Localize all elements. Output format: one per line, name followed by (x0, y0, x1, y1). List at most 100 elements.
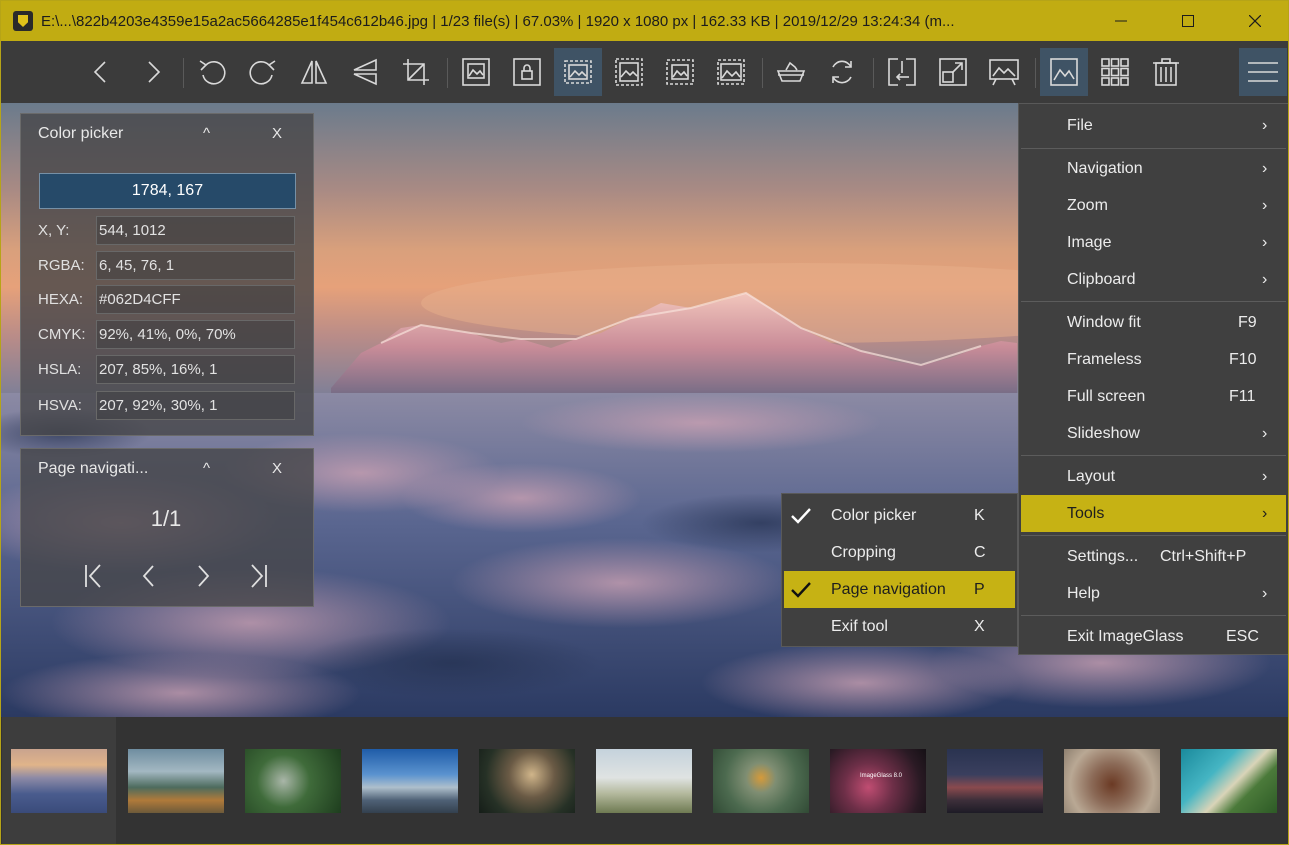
thumbnail-5[interactable] (479, 749, 575, 813)
close-button[interactable] (1221, 1, 1288, 41)
collapse-button[interactable]: ^ (203, 460, 210, 477)
previous-image-button[interactable] (78, 48, 126, 96)
color-picker-header[interactable]: Color picker ^ X (21, 114, 313, 154)
bowl-icon (776, 61, 806, 82)
scale-to-fit-button[interactable] (656, 48, 704, 96)
menu-item-settings[interactable]: Settings... Ctrl+Shift+P (1019, 538, 1288, 575)
go-to-button[interactable] (878, 48, 926, 96)
close-panel-button[interactable]: X (272, 460, 282, 477)
menu-item-page-navigation[interactable]: Page navigation P (784, 571, 1015, 608)
rotate-left-icon (199, 60, 226, 85)
trash-icon (1153, 58, 1179, 86)
submenu-arrow-icon: › (1262, 116, 1268, 134)
menu-item-navigation[interactable]: Navigation › (1019, 150, 1288, 187)
page-navigation-header[interactable]: Page navigati... ^ X (21, 449, 313, 489)
color-value-field[interactable]: 6, 45, 76, 1 (96, 251, 295, 280)
previous-page-button[interactable] (134, 561, 164, 591)
thumbnail-6[interactable] (596, 749, 692, 813)
next-page-button[interactable] (188, 561, 218, 591)
menu-item-label: Help (1067, 584, 1100, 602)
menu-item-label: Zoom (1067, 196, 1108, 214)
rotate-right-button[interactable] (239, 48, 287, 96)
color-value-field[interactable]: #062D4CFF (96, 285, 295, 314)
image-viewer[interactable]: Color picker ^ X 1784, 167 X, Y: 544, 10… (1, 103, 1288, 717)
main-menu-button[interactable] (1239, 48, 1287, 96)
menu-item-full-screen[interactable]: Full screen F11 (1019, 378, 1288, 415)
thumbnail-1[interactable] (11, 749, 107, 813)
menu-item-frameless[interactable]: Frameless F10 (1019, 341, 1288, 378)
flip-horizontal-button[interactable] (290, 48, 338, 96)
menu-item-label: Color picker (831, 506, 917, 524)
chevron-left-icon (142, 565, 154, 587)
next-image-button[interactable] (128, 48, 176, 96)
chevron-left-icon (93, 61, 106, 83)
color-row-label: CMYK: (38, 326, 86, 343)
thumbnail-9[interactable] (947, 749, 1043, 813)
scale-to-height-button[interactable] (605, 48, 653, 96)
close-panel-button[interactable]: X (272, 125, 282, 142)
close-icon (1248, 15, 1261, 27)
menu-item-help[interactable]: Help › (1019, 575, 1288, 612)
menu-item-exit[interactable]: Exit ImageGlass ESC (1019, 618, 1288, 655)
menu-item-label: Settings... (1067, 547, 1139, 565)
first-page-button[interactable] (80, 561, 110, 591)
menu-item-slideshow[interactable]: Slideshow › (1019, 415, 1288, 452)
open-with-button[interactable] (767, 48, 815, 96)
menu-item-clipboard[interactable]: Clipboard › (1019, 261, 1288, 298)
color-value-field[interactable]: 544, 1012 (96, 216, 295, 245)
flip-vertical-button[interactable] (341, 48, 389, 96)
thumbnail-4[interactable] (362, 749, 458, 813)
thumbnail-10[interactable] (1064, 749, 1160, 813)
collapse-button[interactable]: ^ (203, 125, 210, 142)
menu-item-cropping[interactable]: Cropping C (782, 534, 1017, 571)
menu-item-shortcut: C (974, 543, 986, 561)
menu-item-zoom[interactable]: Zoom › (1019, 187, 1288, 224)
toolbar (1, 41, 1288, 103)
color-value-field[interactable]: 92%, 41%, 0%, 70% (96, 320, 295, 349)
menu-item-window-fit[interactable]: Window fit F9 (1019, 304, 1288, 341)
title-bar[interactable]: E:\...\822b4203e4359e15a2ac5664285e1f454… (1, 1, 1288, 41)
lock-zoom-button[interactable] (503, 48, 551, 96)
last-page-button[interactable] (242, 561, 272, 591)
rotate-right-icon (249, 60, 276, 85)
auto-zoom-button[interactable] (452, 48, 500, 96)
app-logo-icon (13, 11, 33, 31)
crop-button[interactable] (392, 48, 440, 96)
check-icon (790, 507, 812, 530)
menu-item-label: Frameless (1067, 350, 1142, 368)
minimize-button[interactable] (1087, 1, 1154, 41)
main-menu: File › Navigation › Zoom › Image › Clipb… (1018, 103, 1288, 655)
menu-item-label: Window fit (1067, 313, 1141, 331)
color-value-field[interactable]: 207, 85%, 16%, 1 (96, 355, 295, 384)
page-counter: 1/1 (150, 506, 182, 531)
menu-item-color-picker[interactable]: Color picker K (782, 497, 1017, 534)
thumbnail-2[interactable] (128, 749, 224, 813)
menu-item-file[interactable]: File › (1019, 107, 1288, 144)
menu-item-layout[interactable]: Layout › (1019, 458, 1288, 495)
delete-button[interactable] (1142, 48, 1190, 96)
menu-item-tools[interactable]: Tools › (1021, 495, 1286, 532)
refresh-button[interactable] (818, 48, 866, 96)
submenu-arrow-icon: › (1262, 270, 1268, 288)
menu-separator (1021, 615, 1286, 616)
color-value-field[interactable]: 207, 92%, 30%, 1 (96, 391, 295, 420)
thumbnail-3[interactable] (245, 749, 341, 813)
thumbnail-8[interactable]: ImageGlass 8.0 (830, 749, 926, 813)
color-row-hsla: HSLA: 207, 85%, 16%, 1 (21, 355, 311, 385)
slideshow-button[interactable] (980, 48, 1028, 96)
scale-to-width-button[interactable] (554, 48, 602, 96)
checkerboard-button[interactable] (1091, 48, 1139, 96)
submenu-arrow-icon: › (1262, 504, 1268, 522)
menu-item-exif-tool[interactable]: Exif tool X (782, 608, 1017, 645)
full-screen-button[interactable] (929, 48, 977, 96)
thumbnail-11[interactable] (1181, 749, 1277, 813)
thumbnail-7[interactable] (713, 749, 809, 813)
menu-item-image[interactable]: Image › (1019, 224, 1288, 261)
scale-to-fill-button[interactable] (707, 48, 755, 96)
image-fill-icon (717, 59, 745, 85)
rotate-left-button[interactable] (188, 48, 236, 96)
thumbnail-bar-button[interactable] (1040, 48, 1088, 96)
maximize-button[interactable] (1154, 1, 1221, 41)
toolbar-separator (447, 58, 448, 88)
picked-location-button[interactable]: 1784, 167 (39, 173, 296, 209)
